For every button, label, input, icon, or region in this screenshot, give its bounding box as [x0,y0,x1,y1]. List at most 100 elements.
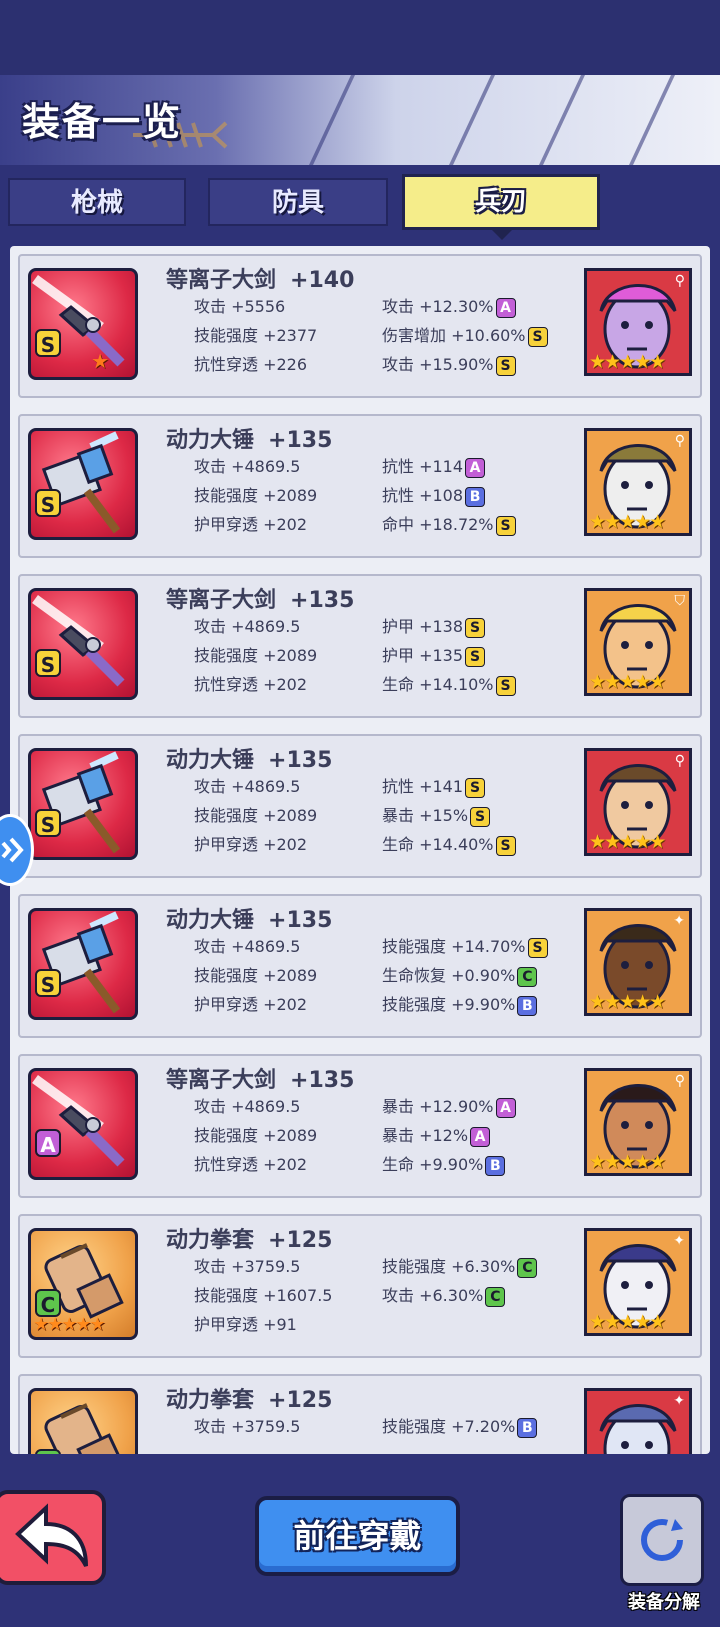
resist-pen-icon [166,1155,190,1177]
skill-wand-icon [166,646,190,668]
tab-guns[interactable]: 枪械 [8,178,186,226]
stat-grade-badge: S [495,515,516,536]
base-stat: 攻击 +3759.5 [166,1254,300,1280]
stat-text: 暴击 +12% [382,1126,469,1145]
stat-text: 技能强度 +2089 [194,806,318,825]
stat-grade-badge: A [495,297,516,318]
resist-icon [354,486,378,508]
back-button[interactable] [0,1490,106,1585]
stat-text: 抗性 +114 [382,457,464,476]
stat-text: 护甲 +138 [382,617,464,636]
equipment-title: 动力拳套 [166,1228,255,1253]
stat-text: 伤害增加 +10.60% [382,326,526,345]
equipment-list[interactable]: S ★ 等离子大剑 +140 攻击 +5556 技能强度 +2377 抗性穿透 +226 攻击… [10,246,710,1454]
hero-avatar[interactable]: ✦ [584,1388,692,1454]
base-stat: 护甲穿透 +202 [166,832,307,858]
equipment-card[interactable]: S 动力大锤 +135 攻击 +4869.5 技能强度 +2089 护甲穿透 +202 抗性… [18,414,702,558]
armor-pen-icon [166,835,190,857]
weapon-thumbnail: S [28,428,138,540]
weapon-thumbnail: C★★★★★ [28,1228,138,1340]
base-stat: 技能强度 +2089 [166,963,317,989]
grade-badge: S [35,489,61,517]
hero-avatar[interactable]: ⛉ ★★★★★ [584,588,692,696]
base-stat: 护甲穿透 +91 [166,1312,297,1338]
stat-text: 护甲穿透 +91 [194,1315,297,1334]
base-stat: 抗性穿透 +202 [166,672,307,698]
base-stat: 抗性穿透 +226 [166,352,307,378]
tab-blades[interactable]: 兵刃 [402,174,600,230]
page-title: 装备一览 [22,100,183,144]
hero-avatar[interactable]: ✦ ★★★★★ [584,1228,692,1336]
hero-avatar[interactable]: ✦ ★★★★★ [584,908,692,1016]
active-tab-pointer [492,230,512,240]
equipment-card[interactable]: S ★ 等离子大剑 +140 攻击 +5556 技能强度 +2377 抗性穿透 +226 攻击… [18,254,702,398]
crosshair-icon [354,515,378,537]
hero-avatar[interactable]: ⚲ ★★★★★ [584,268,692,376]
grade-badge: S [35,329,61,357]
base-stat: 技能强度 +2089 [166,483,317,509]
bonus-stat: 生命 +14.40% S [354,832,516,858]
skill-wand-icon [166,1286,190,1308]
bonus-stat: 技能强度 +7.20% B [354,1414,538,1440]
stat-text: 抗性 +141 [382,777,464,796]
bonus-stat: 攻击 +15.90% S [354,352,516,378]
equipment-card[interactable]: C ★★★★★ 动力拳套 +125 攻击 +3759.5 技能强度 +1607.5 护甲穿透… [18,1214,702,1358]
stat-grade-badge: C [517,1257,538,1278]
stat-grade-badge: B [517,1417,538,1438]
base-stat: 抗性穿透 +202 [166,1152,307,1178]
skill-wand-icon [354,1417,378,1439]
hero-class-icon: ⚲ [674,1073,685,1089]
sword-icon [166,297,190,319]
enhance-level: +135 [268,748,333,773]
equipment-title: 等离子大剑 [166,268,277,293]
go-equip-button[interactable]: 前往穿戴 [255,1496,460,1576]
resist-icon [354,777,378,799]
bonus-stat: 抗性 +141 S [354,774,486,800]
stat-text: 技能强度 +14.70% [382,937,526,956]
status-area [0,0,720,75]
equipment-card[interactable]: S 动力大锤 +135 攻击 +4869.5 技能强度 +2089 护甲穿透 +202 抗性… [18,734,702,878]
base-stat: 技能强度 +2089 [166,643,317,669]
stat-grade-badge: S [527,937,548,958]
stat-text: 生命 +14.40% [382,835,494,854]
skill-wand-icon [354,937,378,959]
stat-text: 技能强度 +2089 [194,646,318,665]
hero-avatar[interactable]: ⚲ ★★★★★ [584,428,692,536]
stat-grade-badge: S [495,675,516,696]
bonus-stat: 护甲 +138 S [354,614,486,640]
equipment-card[interactable]: C★★★★★ 动力拳套 +125 攻击 +3759.5 技能强度 +7.20%B ✦ [18,1374,702,1454]
hero-avatar[interactable]: ⚲ ★★★★★ [584,748,692,856]
hero-stars: ★★★★★ [589,831,666,853]
side-expand-tab[interactable] [0,814,34,886]
equipment-title: 动力拳套 [166,1388,255,1413]
stat-text: 攻击 +4869.5 [194,457,301,476]
base-stat: 攻击 +3759.5 [166,1414,300,1440]
hero-avatar[interactable]: ⚲ ★★★★★ [584,1068,692,1176]
bonus-stat: 暴击 +12.90% A [354,1094,516,1120]
bonus-stat: 攻击 +12.30% A [354,294,516,320]
base-stat: 攻击 +4869.5 [166,614,300,640]
back-arrow-icon [15,1503,88,1567]
hero-class-icon: ✦ [673,913,685,929]
equipment-card[interactable]: S 等离子大剑 +135 攻击 +4869.5 技能强度 +2089 抗性穿透 +202 护… [18,574,702,718]
signal-icon [1,837,24,863]
stat-text: 命中 +18.72% [382,515,494,534]
dismantle-button[interactable] [620,1494,704,1586]
sword-icon [31,594,135,697]
hammer-icon [31,431,135,537]
stat-text: 攻击 +4869.5 [194,937,301,956]
equipment-card[interactable]: S 动力大锤 +135 攻击 +4869.5 技能强度 +2089 护甲穿透 +202 技能… [18,894,702,1038]
tab-armor[interactable]: 防具 [208,178,388,226]
crit-icon [354,1097,378,1119]
weapon-thumbnail: S [28,748,138,860]
equipment-name: 动力大锤 +135 [166,422,332,454]
equipment-name: 动力拳套 +125 [166,1222,332,1254]
grade-badge: C [35,1289,61,1317]
hero-stars: ★★★★★ [589,991,666,1013]
damage-boost-icon [354,326,378,348]
enhance-level: +135 [268,428,333,453]
hero-stars: ★★★★★ [589,671,666,693]
stat-grade-badge: C [517,966,538,987]
page-header: 装备一览 [0,75,720,165]
equipment-card[interactable]: A 等离子大剑 +135 攻击 +4869.5 技能强度 +2089 抗性穿透 +202 暴… [18,1054,702,1198]
